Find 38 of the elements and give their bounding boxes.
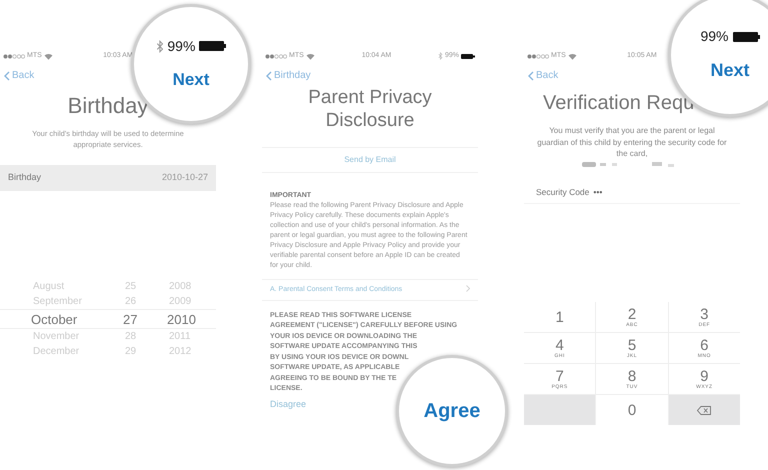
screen-title: Parent Privacy Disclosure [307,87,433,133]
birthday-row[interactable]: Birthday 2010-10-27 [0,165,216,191]
field-label: Birthday [8,171,42,184]
delete-icon [697,406,712,414]
keypad-key[interactable]: 1 [524,302,596,332]
battery-icon [460,54,475,58]
year-text: 2010 [167,310,197,329]
chevron-icon [466,284,470,292]
keypad-key[interactable]: 0 [596,395,668,425]
next-link[interactable]: Next [172,66,210,92]
field-label: Security Code [536,186,590,199]
field-value: ••• [593,186,602,199]
screen-title: Birthday [66,93,150,120]
battery-percent: 99% [700,27,729,46]
next-link[interactable]: Next [710,57,750,84]
battery-icon [199,41,226,52]
bluetooth-icon [156,40,164,53]
month-text: October [31,310,78,329]
picker-row[interactable]: October 27 2010 [0,308,216,329]
back-chevron-icon [528,70,534,80]
signal-icon [527,54,549,58]
signal-icon [3,54,25,58]
wifi-icon [306,52,315,60]
delete-key[interactable] [668,395,740,425]
day-text: 27 [123,310,138,329]
agree-link[interactable]: Agree [424,396,480,426]
bluetooth-icon [438,52,443,60]
description-text: You must verify that you are the parent or legal guardian of this child by entering the security code for the card, [536,125,728,160]
back-chevron-icon [266,70,272,80]
wifi-icon [44,52,53,60]
wifi-icon [568,52,577,60]
signal-icon [265,54,287,58]
screen-title: Verification Requ [543,91,696,115]
back-chevron-icon [4,70,10,80]
battery-icon [732,32,760,42]
battery-percent: 99% [167,36,196,56]
field-value: 2010-10-27 [162,171,208,184]
security-code-field[interactable]: Security Code ••• [524,182,740,204]
